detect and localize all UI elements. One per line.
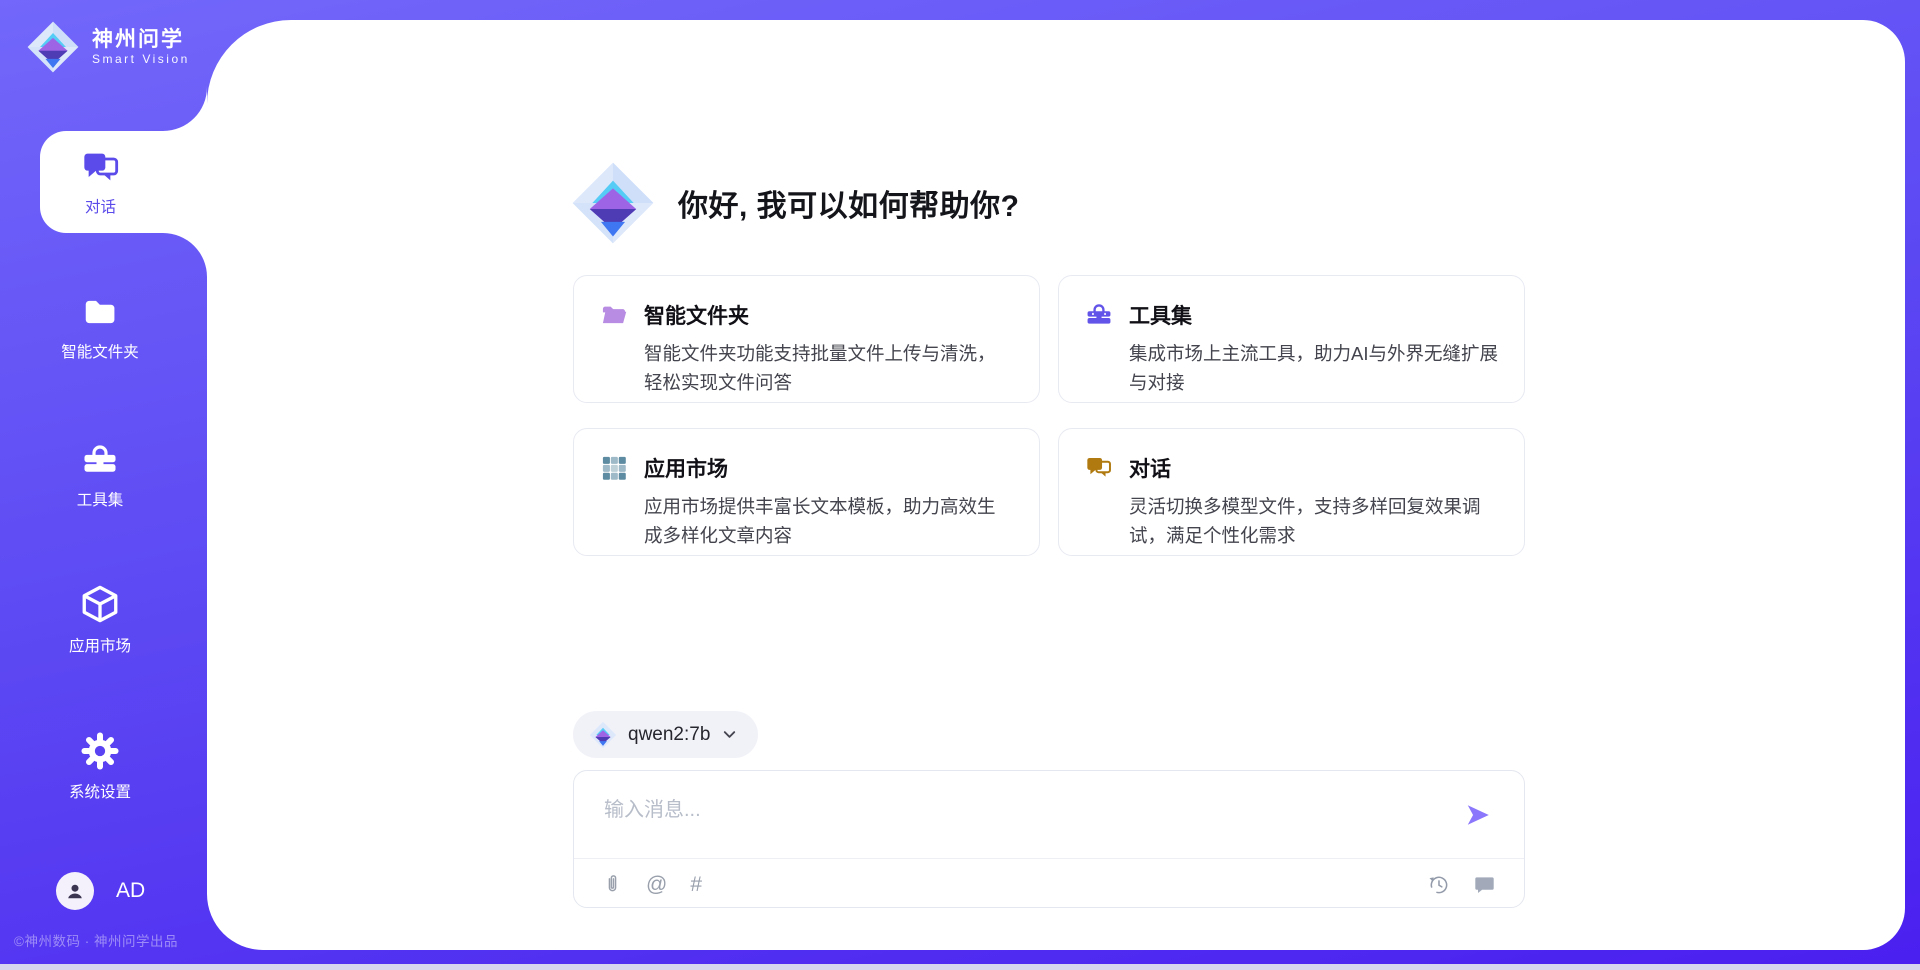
card-title: 应用市场 <box>644 453 728 483</box>
history-button[interactable] <box>1427 873 1450 896</box>
chat-panel-button[interactable] <box>1473 873 1496 896</box>
user-account[interactable]: AD <box>56 872 145 910</box>
tab-fillet-top <box>163 87 207 131</box>
card-description: 集成市场上主流工具，助力AI与外界无缝扩展与对接 <box>1129 340 1498 397</box>
card-smart-folder[interactable]: 智能文件夹 智能文件夹功能支持批量文件上传与清洗，轻松实现文件问答 <box>573 275 1040 403</box>
sidebar-item-chat[interactable]: 对话 <box>40 131 207 233</box>
sidebar-item-toolset[interactable]: 工具集 <box>20 441 180 510</box>
model-diamond-icon <box>589 721 617 749</box>
avatar <box>56 872 94 910</box>
send-icon <box>1464 801 1492 829</box>
grid-icon <box>600 454 628 482</box>
chat-bubble-icon <box>1473 873 1496 896</box>
chat-icon <box>81 148 121 188</box>
greeting-title: 你好, 我可以如何帮助你? <box>678 181 1020 225</box>
model-name: qwen2:7b <box>628 724 710 746</box>
brand-diamond-icon <box>26 20 80 74</box>
mention-button[interactable]: @ <box>646 874 667 895</box>
sidebar-item-label: 智能文件夹 <box>61 340 139 362</box>
card-description: 应用市场提供丰富长文本模板，助力高效生成多样化文章内容 <box>644 493 1013 550</box>
hash-icon: # <box>690 874 702 895</box>
gear-icon <box>80 731 120 771</box>
sidebar-item-smart-folder[interactable]: 智能文件夹 <box>20 293 180 362</box>
sidebar-item-settings[interactable]: 系统设置 <box>20 731 180 802</box>
sidebar-item-app-market[interactable]: 应用市场 <box>20 583 180 656</box>
composer: @ # <box>573 770 1525 908</box>
toolbox-icon <box>1085 301 1113 329</box>
toolbox-icon <box>79 441 121 479</box>
cards-grid: 智能文件夹 智能文件夹功能支持批量文件上传与清洗，轻松实现文件问答 工具集 集成… <box>573 275 1525 556</box>
brand-subtitle: Smart Vision <box>92 52 190 66</box>
folder-open-icon <box>600 301 628 329</box>
user-name: AD <box>116 879 145 903</box>
card-description: 智能文件夹功能支持批量文件上传与清洗，轻松实现文件问答 <box>644 340 1013 397</box>
brand-name: 神州问学 <box>92 28 190 52</box>
card-app-market[interactable]: 应用市场 应用市场提供丰富长文本模板，助力高效生成多样化文章内容 <box>573 428 1040 556</box>
copyright-text: ©神州数码 · 神州问学出品 <box>14 930 234 950</box>
paperclip-icon <box>602 873 623 896</box>
folder-icon <box>80 293 120 331</box>
history-icon <box>1427 873 1450 896</box>
person-icon <box>63 879 87 903</box>
card-chat[interactable]: 对话 灵活切换多模型文件，支持多样回复效果调试，满足个性化需求 <box>1058 428 1525 556</box>
send-button[interactable] <box>1464 801 1492 829</box>
message-input[interactable] <box>604 793 1434 851</box>
sidebar-item-label: 系统设置 <box>69 780 131 802</box>
topic-button[interactable]: # <box>690 874 702 895</box>
attach-file-button[interactable] <box>602 873 623 896</box>
card-toolset[interactable]: 工具集 集成市场上主流工具，助力AI与外界无缝扩展与对接 <box>1058 275 1525 403</box>
window-bottom-edge <box>0 964 1920 970</box>
card-title: 智能文件夹 <box>644 300 749 330</box>
sidebar-item-label: 应用市场 <box>69 634 131 656</box>
at-icon: @ <box>646 874 667 895</box>
card-title: 工具集 <box>1129 300 1192 330</box>
brand-logo: 神州问学 Smart Vision <box>26 20 190 74</box>
card-title: 对话 <box>1129 453 1171 483</box>
tab-fillet-bottom <box>163 233 207 277</box>
sidebar-item-label: 工具集 <box>77 488 124 510</box>
chevron-down-icon <box>721 726 738 743</box>
cube-icon <box>79 583 121 625</box>
card-description: 灵活切换多模型文件，支持多样回复效果调试，满足个性化需求 <box>1129 493 1498 550</box>
sidebar-item-label: 对话 <box>85 195 116 217</box>
model-selector[interactable]: qwen2:7b <box>573 711 758 758</box>
hero-diamond-icon <box>570 160 656 246</box>
hero: 你好, 我可以如何帮助你? <box>570 160 1020 246</box>
chat-icon <box>1085 454 1113 482</box>
